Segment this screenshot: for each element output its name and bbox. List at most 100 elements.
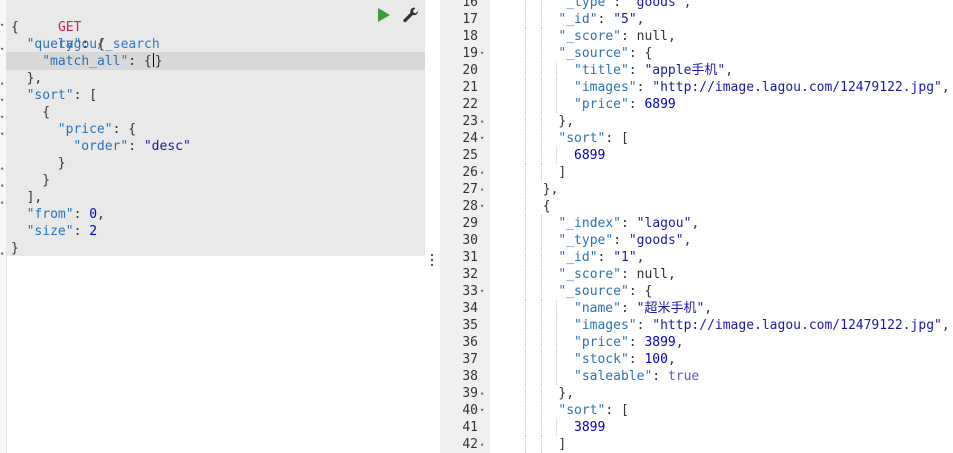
fold-expand-icon[interactable]: ▴	[480, 385, 484, 402]
indent-guide	[556, 300, 558, 317]
fold-toggle-icon[interactable]: ▴	[0, 80, 4, 87]
request-code-line[interactable]: "size": 2	[27, 223, 97, 240]
response-code-line: 27 ▴},	[440, 181, 953, 198]
fold-collapse-icon[interactable]: ▾	[480, 45, 484, 62]
fold-toggle-icon[interactable]: ▾	[0, 22, 4, 29]
wrench-icon[interactable]	[402, 6, 420, 24]
response-token: :	[628, 97, 645, 112]
request-token: :	[73, 207, 90, 222]
indent-guide	[525, 62, 527, 79]
response-code-line: 26 ▴]	[440, 164, 953, 181]
request-code-line[interactable]: }	[11, 240, 19, 257]
request-code-line[interactable]: }	[42, 172, 50, 189]
fold-collapse-icon[interactable]: ▾	[480, 402, 484, 419]
request-code-line[interactable]: {	[42, 104, 50, 121]
response-token: "_score"	[558, 29, 622, 44]
request-code-line[interactable]: }	[58, 155, 66, 172]
fold-collapse-icon[interactable]: ▾	[480, 130, 484, 147]
fold-toggle-icon[interactable]: ▴	[0, 165, 4, 172]
indent-guide	[540, 419, 542, 436]
fold-toggle-icon[interactable]: ▾	[0, 97, 4, 104]
fold-toggle-icon[interactable]: ▾	[0, 46, 4, 53]
fold-collapse-icon[interactable]: ▾	[480, 198, 484, 215]
response-code: "_score": null,	[558, 28, 675, 45]
request-code-line[interactable]: "match_all": {}	[42, 53, 163, 70]
response-token: ,	[675, 335, 684, 350]
indent-guide	[525, 334, 527, 351]
response-code: 6899	[574, 147, 605, 164]
indent-guide	[525, 0, 527, 11]
request-code-line[interactable]: "order": "desc"	[73, 138, 190, 155]
response-token: "http://image.lagou.com/12479122.jpg"	[652, 80, 942, 95]
response-code: {	[543, 198, 551, 215]
fold-expand-icon[interactable]: ▴	[480, 181, 484, 198]
response-token: ,	[683, 233, 692, 248]
response-token: "_id"	[558, 12, 598, 27]
indent-guide	[540, 351, 542, 368]
line-number: 31	[462, 250, 478, 265]
request-token: }	[57, 156, 66, 171]
response-code-line: 35 "images": "http://image.lagou.com/1247…	[440, 317, 953, 334]
request-token: }	[154, 54, 163, 69]
fold-collapse-icon[interactable]: ▾	[480, 283, 484, 300]
fold-expand-icon[interactable]: ▴	[480, 113, 484, 130]
line-number: 40	[462, 403, 478, 418]
indent-guide	[525, 249, 527, 266]
response-token: },	[558, 386, 575, 401]
response-viewer-pane[interactable]: 16 "_type": "goods", 17 "_id": "5", 18 "_scor…	[440, 0, 953, 453]
indent-guide	[540, 164, 542, 181]
request-editor-pane[interactable]: ▾ ▾ ▴ ▾ ▾ ▾ ▴ ▴ ▴ ▴ GET lagou/_search { "query": {…	[0, 0, 426, 453]
line-number: 39	[462, 386, 478, 401]
line-number: 27	[462, 182, 478, 197]
request-code-line[interactable]: "price": {	[58, 121, 136, 138]
response-code: "sort": [	[558, 130, 628, 147]
response-code-line: 29 "_index": "lagou",	[440, 215, 953, 232]
indent-guide	[540, 45, 542, 62]
fold-toggle-icon[interactable]: ▾	[0, 114, 4, 121]
request-token: "price"	[57, 122, 113, 137]
response-token: "_source"	[558, 284, 629, 299]
request-code-line[interactable]: },	[27, 70, 43, 87]
indent-guide	[525, 232, 527, 249]
line-number: 36	[462, 335, 478, 350]
request-method: GET	[57, 20, 82, 35]
indent-guide	[556, 351, 558, 368]
response-code: "saleable": true	[574, 368, 699, 385]
response-token: "goods"	[628, 0, 684, 10]
response-code-line: 18 "_score": null,	[440, 28, 953, 45]
fold-toggle-icon[interactable]: ▴	[0, 182, 4, 189]
response-token: 6899	[574, 148, 606, 163]
text-cursor	[152, 53, 154, 67]
request-code-line[interactable]: ],	[27, 189, 43, 206]
fold-toggle-icon[interactable]: ▴	[0, 250, 4, 257]
response-token: :	[621, 216, 637, 231]
request-token: :	[128, 139, 144, 154]
request-code-line[interactable]: "from": 0,	[27, 206, 105, 223]
response-token: },	[558, 114, 575, 129]
response-token: ]	[558, 437, 567, 452]
response-token: ]	[558, 165, 567, 180]
response-token: ,	[667, 352, 676, 367]
response-token: "stock"	[574, 352, 629, 367]
request-code-line[interactable]: "query": {	[27, 36, 105, 53]
indent-guide	[556, 62, 558, 79]
indent-guide	[540, 266, 542, 283]
indent-guide	[556, 79, 558, 96]
response-token: "_score"	[558, 267, 622, 282]
fold-expand-icon[interactable]: ▴	[480, 164, 484, 181]
fold-expand-icon[interactable]: ▴	[480, 436, 484, 453]
request-code-line[interactable]: {	[11, 19, 19, 36]
response-token: "goods"	[628, 233, 684, 248]
response-code-line: 22 "price": 6899	[440, 96, 953, 113]
line-number: 30	[462, 233, 478, 248]
request-method-line[interactable]: GET lagou/_search	[11, 2, 160, 52]
fold-toggle-icon[interactable]: ▴	[0, 199, 4, 206]
play-icon[interactable]	[377, 7, 391, 23]
request-token: : {	[128, 54, 152, 69]
request-code-line[interactable]: "sort": [	[27, 87, 97, 104]
request-token: ],	[26, 190, 43, 205]
response-token: "images"	[574, 318, 637, 333]
pane-resize-handle[interactable]	[426, 0, 440, 453]
fold-toggle-icon[interactable]: ▾	[0, 131, 4, 138]
indent-guide	[540, 113, 542, 130]
